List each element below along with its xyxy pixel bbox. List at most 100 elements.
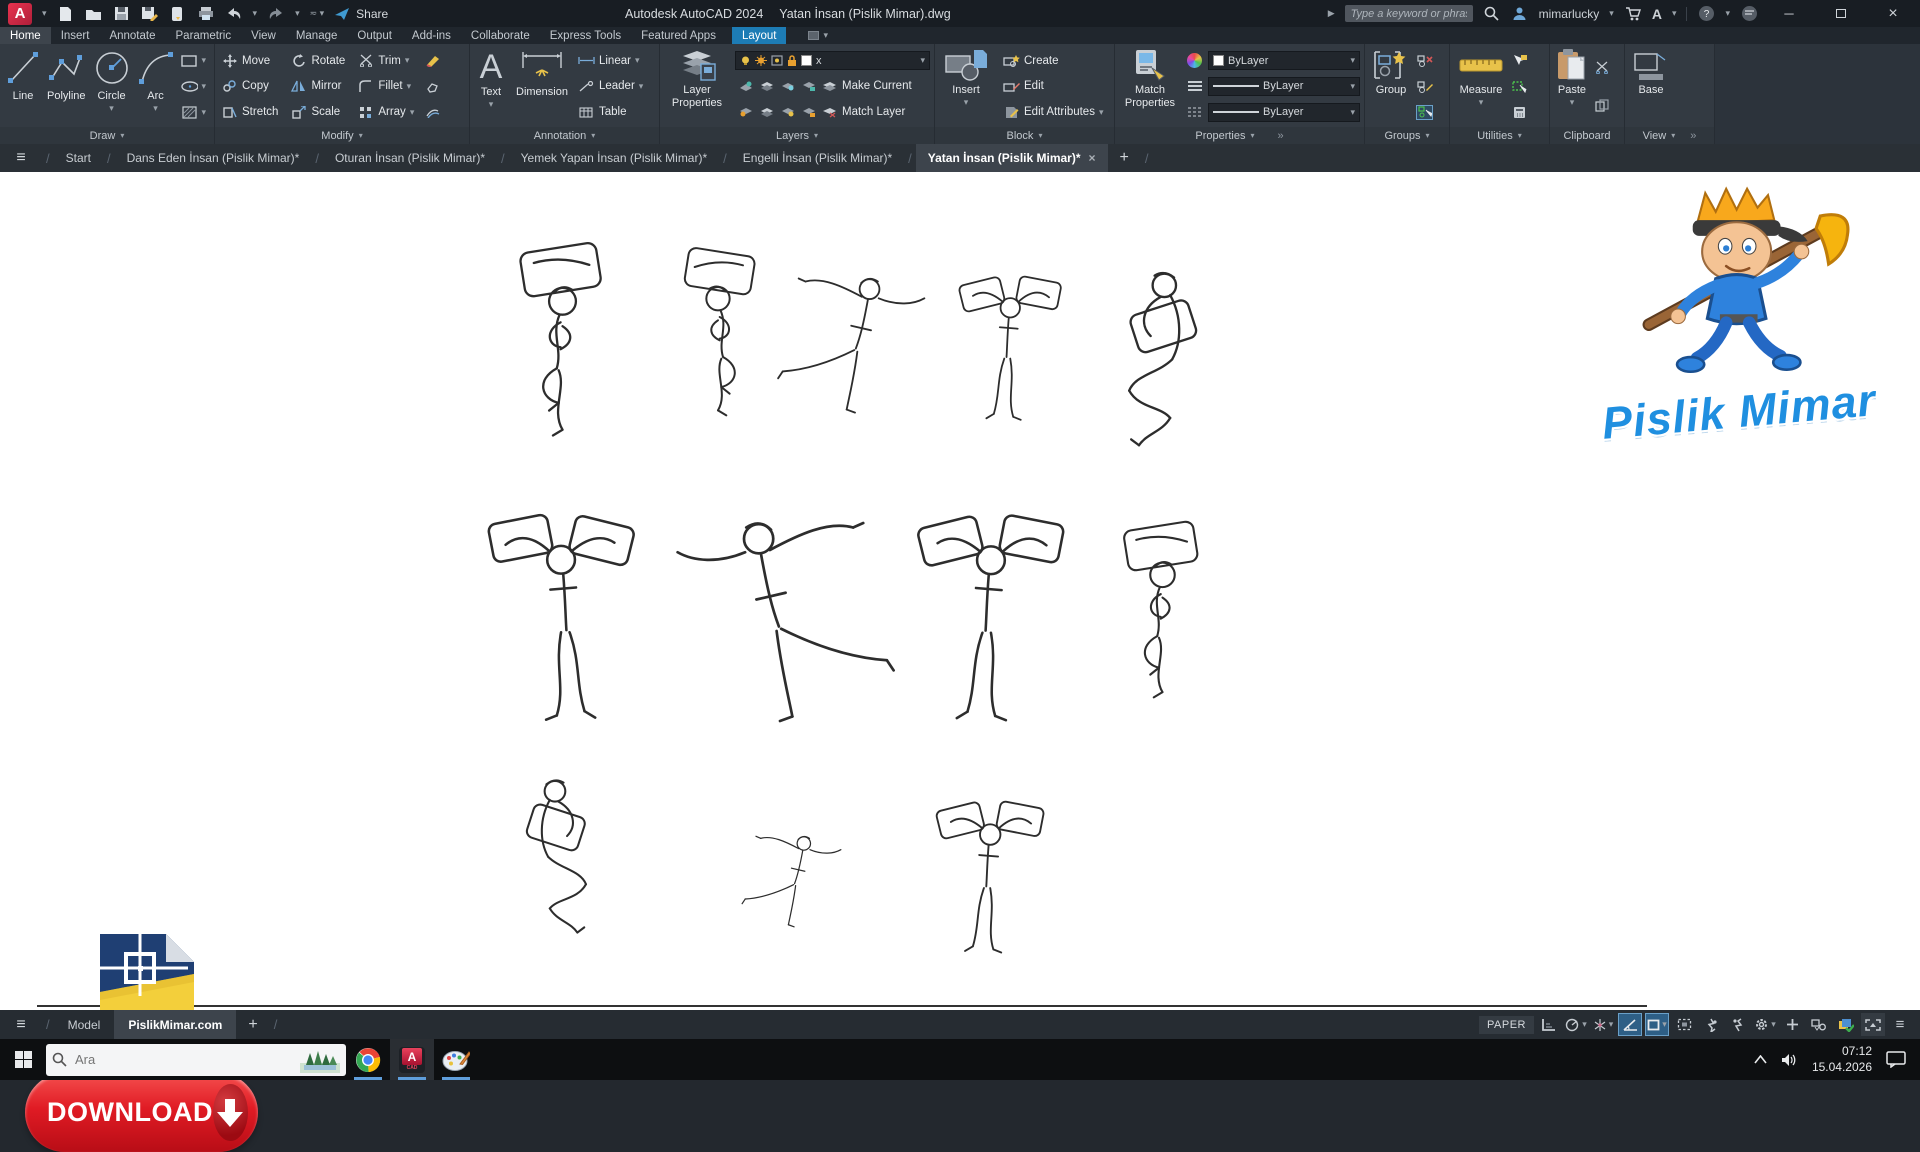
rectangle-tool-icon[interactable]	[181, 53, 198, 68]
panel-title-draw[interactable]: Draw▾	[0, 127, 214, 144]
sleeping-figure-1[interactable]	[505, 240, 620, 445]
explode-icon[interactable]	[424, 79, 441, 94]
drawing-canvas[interactable]: Pislik Mimar .dwg DOWNLOAD	[0, 172, 1920, 1010]
group-edit-icon[interactable]	[1416, 79, 1433, 94]
export-icon[interactable]	[169, 5, 187, 23]
snap-mode-icon[interactable]: ▾	[1591, 1013, 1615, 1036]
layout-menu-icon[interactable]: ≡	[0, 1010, 42, 1039]
cut-icon[interactable]	[1593, 60, 1610, 75]
download-button[interactable]: DOWNLOAD	[25, 1073, 258, 1152]
panel-title-modify[interactable]: Modify▾	[215, 127, 469, 144]
save-as-icon[interactable]	[141, 5, 159, 23]
panel-title-layers[interactable]: Layers▾	[660, 127, 934, 144]
ribbon-tab-manage[interactable]: Manage	[286, 27, 348, 44]
tray-chevron-icon[interactable]	[1754, 1055, 1767, 1064]
taskbar-autocad-icon[interactable]: ACAD	[390, 1039, 434, 1080]
layout-mode-button[interactable]: Layout	[732, 27, 787, 44]
user-menu-caret-icon[interactable]: ▾	[1609, 8, 1614, 19]
redo-caret-icon[interactable]: ▾	[295, 8, 300, 19]
make-current-button[interactable]: Make Current	[735, 77, 930, 96]
layout-switch-icon[interactable]	[808, 31, 819, 40]
select-similar-icon[interactable]	[1511, 79, 1528, 94]
sleeping-figure-10[interactable]	[505, 755, 617, 955]
layout-tab-pislikmimar[interactable]: PislikMimar.com	[114, 1010, 236, 1039]
polar-tracking-icon[interactable]	[1618, 1013, 1642, 1036]
new-file-icon[interactable]	[57, 5, 75, 23]
settings-gear-icon[interactable]: ▾	[1753, 1013, 1777, 1036]
username[interactable]: mimarlucky	[1539, 7, 1600, 21]
grid-display-icon[interactable]	[1537, 1013, 1561, 1036]
minimize-button[interactable]: ─	[1768, 0, 1810, 27]
sleeping-figure-7[interactable]	[662, 505, 907, 730]
linear-dimension-button[interactable]: Linear▾	[576, 51, 645, 70]
ribbon-tab-collaborate[interactable]: Collaborate	[461, 27, 540, 44]
user-avatar-icon[interactable]	[1511, 5, 1529, 23]
taskbar-chrome-icon[interactable]	[346, 1039, 390, 1080]
create-block-button[interactable]: Create	[1001, 51, 1106, 70]
insert-block-button[interactable]: Insert ▾	[939, 47, 993, 126]
panel-title-properties[interactable]: Properties▾»	[1115, 127, 1364, 144]
edit-attributes-button[interactable]: Edit Attributes▾	[1001, 103, 1106, 122]
sleeping-figure-2[interactable]	[668, 232, 768, 437]
circle-button[interactable]: Circle ▾	[91, 47, 133, 126]
customization-menu-icon[interactable]: ≡	[1888, 1013, 1912, 1036]
new-layout-button[interactable]: +	[236, 1010, 269, 1039]
dimension-button[interactable]: Dimension	[514, 47, 570, 126]
search-icon[interactable]	[1483, 5, 1501, 23]
search-expand-icon[interactable]: ▶	[1328, 8, 1335, 19]
layer-properties-button[interactable]: Layer Properties	[664, 47, 730, 126]
layer-select-caret-icon[interactable]: ▾	[920, 55, 925, 66]
lineweight-select[interactable]: ByLayer ▾	[1208, 77, 1360, 96]
system-clock[interactable]: 07:12 15.04.2026	[1812, 1044, 1872, 1075]
sleeping-figure-12[interactable]	[932, 750, 1050, 1008]
file-tab-start[interactable]: Start	[54, 144, 103, 172]
search-highlight-thumbnail[interactable]	[300, 1047, 340, 1073]
autoscale-annotation-icon[interactable]	[1726, 1013, 1750, 1036]
hatch-tool-icon[interactable]	[181, 105, 198, 120]
feedback-icon[interactable]	[1740, 5, 1758, 23]
notification-center-icon[interactable]	[1886, 1051, 1906, 1068]
panel-title-view[interactable]: View▾»	[1625, 127, 1714, 144]
qat-customize-icon[interactable]: ≂ ▾	[310, 8, 325, 19]
mirror-button[interactable]: Mirror	[288, 77, 347, 96]
measure-button[interactable]: Measure ▾	[1454, 47, 1508, 126]
file-tab-menu-icon[interactable]: ≡	[0, 144, 42, 172]
ribbon-tab-addins[interactable]: Add-ins	[402, 27, 461, 44]
panel-title-utilities[interactable]: Utilities▾	[1450, 127, 1549, 144]
isolate-objects-icon[interactable]	[1807, 1013, 1831, 1036]
selection-cycling-icon[interactable]	[1672, 1013, 1696, 1036]
sleeping-figure-8[interactable]	[912, 508, 1072, 733]
polyline-button[interactable]: Polyline	[45, 47, 88, 126]
dynamic-ucs-icon[interactable]: ▾	[1564, 1013, 1588, 1036]
autocad-app-icon[interactable]: A	[8, 3, 32, 25]
color-wheel-icon[interactable]	[1186, 53, 1203, 68]
taskbar-search[interactable]	[46, 1044, 346, 1076]
object-color-select[interactable]: ByLayer ▾	[1208, 51, 1360, 70]
linetype-icon[interactable]	[1186, 105, 1203, 120]
sleeping-figure-11[interactable]	[738, 752, 846, 1007]
volume-icon[interactable]	[1781, 1053, 1798, 1067]
ribbon-tab-home[interactable]: Home	[0, 27, 51, 44]
share-button[interactable]: Share	[334, 7, 388, 21]
graphics-performance-icon[interactable]	[1834, 1013, 1858, 1036]
sleeping-figure-9[interactable]	[1110, 510, 1215, 715]
model-tab[interactable]: Model	[54, 1010, 115, 1039]
ribbon-tab-view[interactable]: View	[241, 27, 286, 44]
help-icon[interactable]: ?	[1697, 5, 1715, 23]
undo-icon[interactable]	[225, 5, 243, 23]
match-layer-button[interactable]: Match Layer	[735, 103, 930, 122]
paste-button[interactable]: Paste ▾	[1554, 47, 1590, 126]
object-snap-icon[interactable]: ▾	[1645, 1013, 1669, 1036]
edit-block-button[interactable]: Edit	[1001, 77, 1106, 96]
quick-calculator-icon[interactable]	[1511, 105, 1528, 120]
erase-icon[interactable]	[424, 53, 441, 68]
help-search-input[interactable]	[1345, 5, 1473, 22]
leader-button[interactable]: Leader▾	[576, 77, 645, 96]
clean-screen-icon[interactable]	[1861, 1013, 1885, 1036]
table-button[interactable]: Table	[576, 103, 645, 122]
autodesk-caret-icon[interactable]: ▾	[1672, 8, 1677, 19]
linetype-select[interactable]: ByLayer ▾	[1208, 103, 1360, 122]
sleeping-figure-3[interactable]	[772, 220, 932, 465]
sleeping-figure-6[interactable]	[480, 505, 640, 735]
group-button[interactable]: Group	[1369, 47, 1413, 126]
